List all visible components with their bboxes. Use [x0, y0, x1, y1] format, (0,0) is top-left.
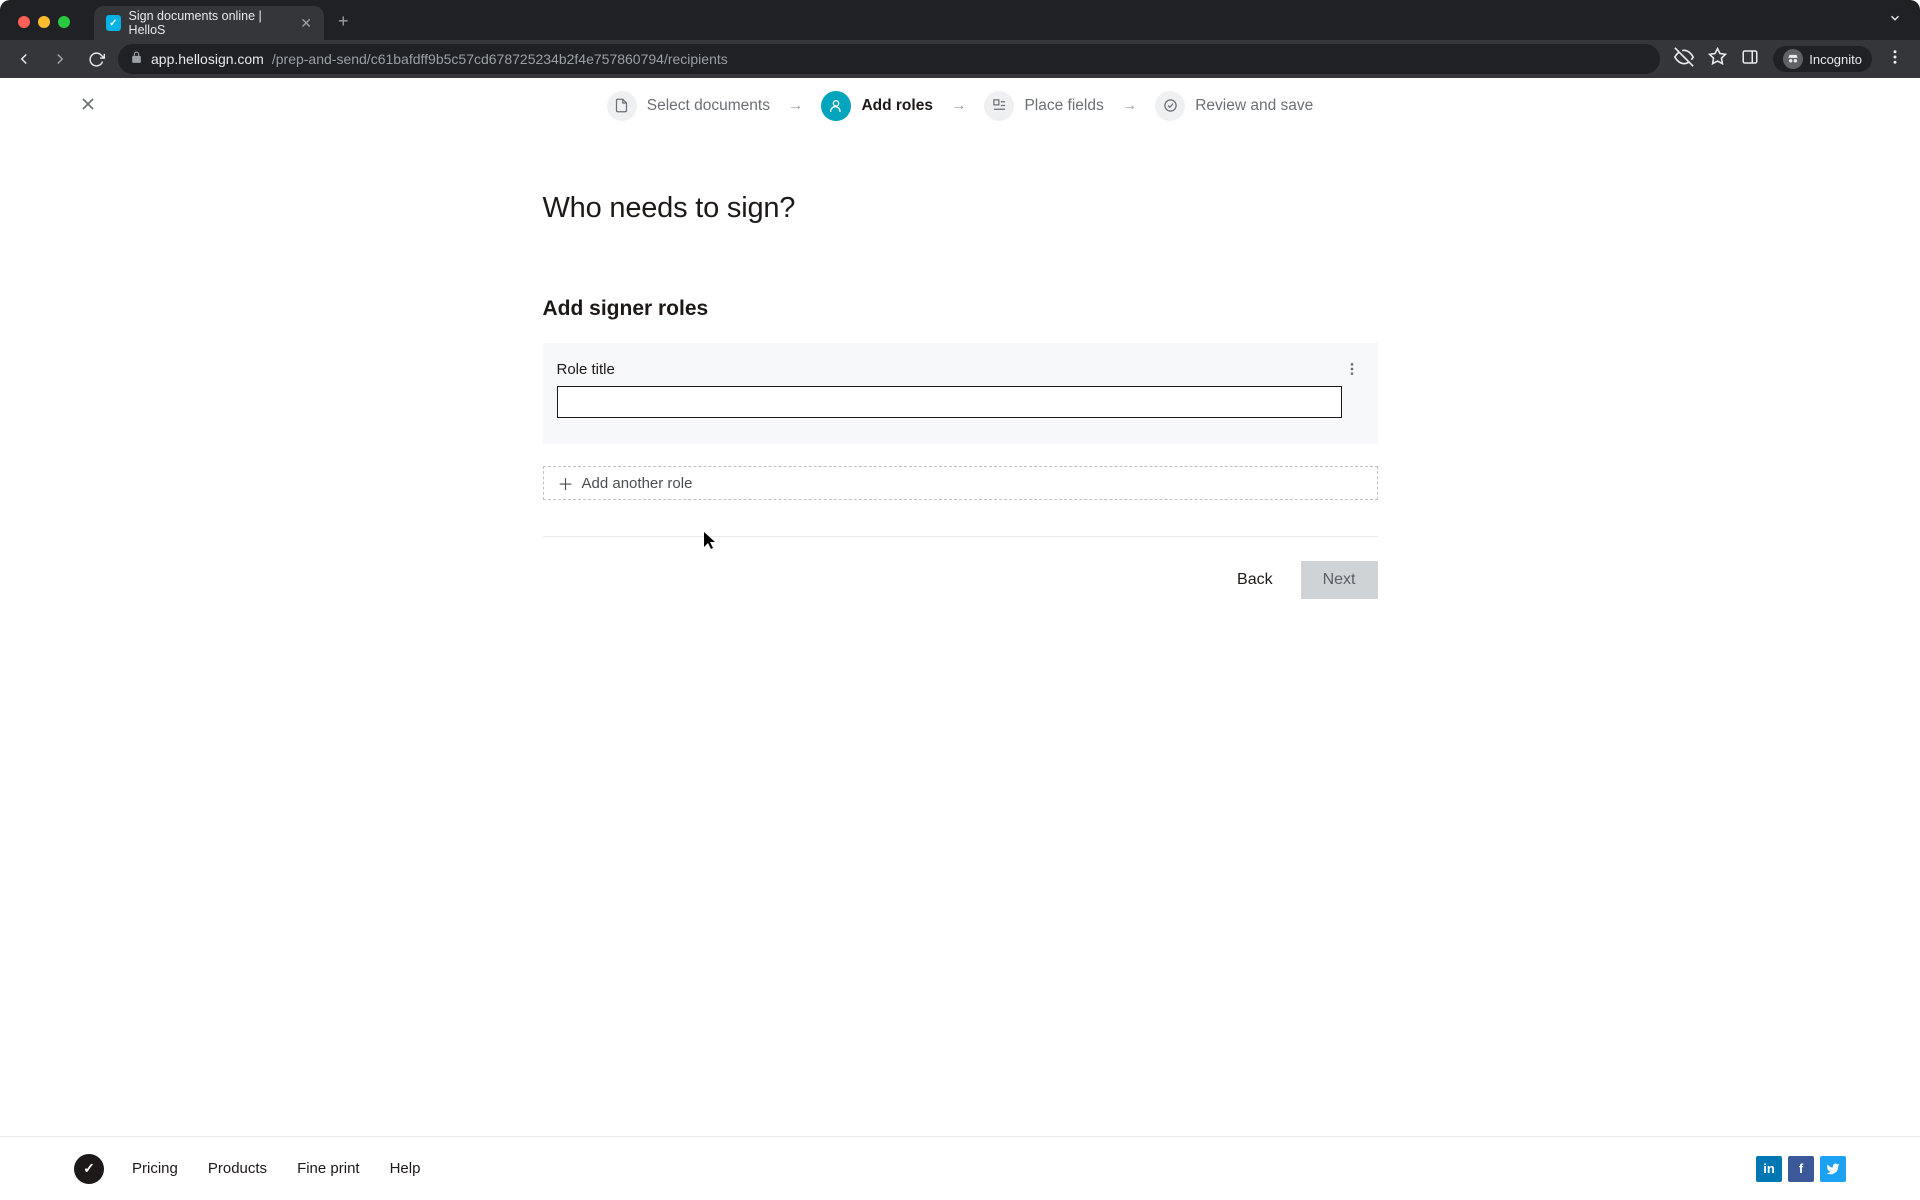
content: Who needs to sign? Add signer roles Role…: [543, 134, 1378, 1136]
window-maximize-icon[interactable]: [58, 16, 70, 28]
stepper: Select documents → Add roles → Place fie…: [607, 91, 1314, 121]
role-title-input[interactable]: [557, 386, 1342, 418]
toolbar-right-icons: Incognito: [1668, 46, 1910, 72]
step-select-documents[interactable]: Select documents: [607, 91, 770, 121]
side-panel-icon[interactable]: [1741, 48, 1759, 71]
next-button[interactable]: Next: [1301, 561, 1378, 599]
twitter-icon[interactable]: [1820, 1156, 1846, 1182]
step-label: Place fields: [1024, 97, 1103, 115]
chevron-right-icon: →: [788, 97, 804, 115]
chevron-right-icon: →: [1122, 97, 1138, 115]
page-headline: Who needs to sign?: [543, 192, 1378, 225]
tab-favicon-icon: ✓: [106, 15, 121, 31]
step-review-and-save[interactable]: Review and save: [1155, 91, 1313, 121]
nav-forward-button[interactable]: [46, 45, 74, 73]
new-tab-button[interactable]: +: [338, 11, 349, 32]
nav-reload-button[interactable]: [82, 45, 110, 73]
step-label: Review and save: [1195, 97, 1313, 115]
footer: ✓ Pricing Products Fine print Help in f: [0, 1136, 1920, 1200]
document-icon: [607, 91, 637, 121]
browser-toolbar: app.hellosign.com/prep-and-send/c61bafdf…: [0, 40, 1920, 78]
role-title-label: Role title: [557, 361, 1364, 378]
content-scroll: Who needs to sign? Add signer roles Role…: [0, 134, 1920, 1136]
brand-logo-icon[interactable]: ✓: [74, 1154, 104, 1184]
lock-icon: [130, 51, 143, 67]
url-path: /prep-and-send/c61bafdff9b5c57cd67872523…: [272, 51, 728, 67]
chevron-right-icon: →: [951, 97, 967, 115]
check-circle-icon: [1155, 91, 1185, 121]
step-label: Select documents: [647, 97, 770, 115]
url-host: app.hellosign.com: [151, 51, 264, 67]
window-controls: [18, 16, 70, 28]
footer-link-help[interactable]: Help: [390, 1160, 421, 1177]
step-add-roles[interactable]: Add roles: [821, 91, 932, 121]
window-minimize-icon[interactable]: [38, 16, 50, 28]
actions-row: Back Next: [543, 536, 1378, 599]
tab-list-button[interactable]: [1888, 11, 1902, 30]
bookmark-star-icon[interactable]: [1708, 47, 1727, 71]
facebook-icon[interactable]: f: [1788, 1156, 1814, 1182]
linkedin-icon[interactable]: in: [1756, 1156, 1782, 1182]
footer-social: in f: [1756, 1156, 1846, 1182]
footer-link-products[interactable]: Products: [208, 1160, 267, 1177]
tab-title: Sign documents online | HelloS: [129, 9, 287, 37]
eye-off-icon[interactable]: [1674, 47, 1694, 72]
address-bar[interactable]: app.hellosign.com/prep-and-send/c61bafdf…: [118, 44, 1660, 74]
browser-chrome: ✓ Sign documents online | HelloS ✕ + app…: [0, 0, 1920, 78]
footer-link-pricing[interactable]: Pricing: [132, 1160, 178, 1177]
role-options-button[interactable]: [1336, 357, 1368, 386]
back-button[interactable]: Back: [1231, 563, 1279, 597]
browser-tab[interactable]: ✓ Sign documents online | HelloS ✕: [94, 6, 324, 40]
incognito-label: Incognito: [1809, 52, 1862, 67]
nav-back-button[interactable]: [10, 45, 38, 73]
add-another-role-button[interactable]: ＋ Add another role: [543, 466, 1378, 500]
step-label: Add roles: [861, 97, 932, 115]
page: Select documents → Add roles → Place fie…: [0, 78, 1920, 1200]
window-close-icon[interactable]: [18, 16, 30, 28]
close-button[interactable]: [78, 94, 98, 120]
stepper-bar: Select documents → Add roles → Place fie…: [0, 78, 1920, 134]
add-role-label: Add another role: [582, 475, 693, 492]
tab-close-icon[interactable]: ✕: [300, 15, 312, 32]
footer-link-fine-print[interactable]: Fine print: [297, 1160, 360, 1177]
person-icon: [821, 91, 851, 121]
footer-links: Pricing Products Fine print Help: [132, 1160, 420, 1177]
role-card: Role title: [543, 343, 1378, 444]
section-title: Add signer roles: [543, 297, 1378, 321]
plus-icon: ＋: [558, 471, 574, 495]
fields-icon: [984, 91, 1014, 121]
incognito-indicator[interactable]: Incognito: [1773, 46, 1872, 72]
tab-strip: ✓ Sign documents online | HelloS ✕ +: [0, 0, 1920, 40]
kebab-menu-icon[interactable]: [1886, 48, 1904, 71]
incognito-icon: [1783, 49, 1803, 69]
step-place-fields[interactable]: Place fields: [984, 91, 1103, 121]
